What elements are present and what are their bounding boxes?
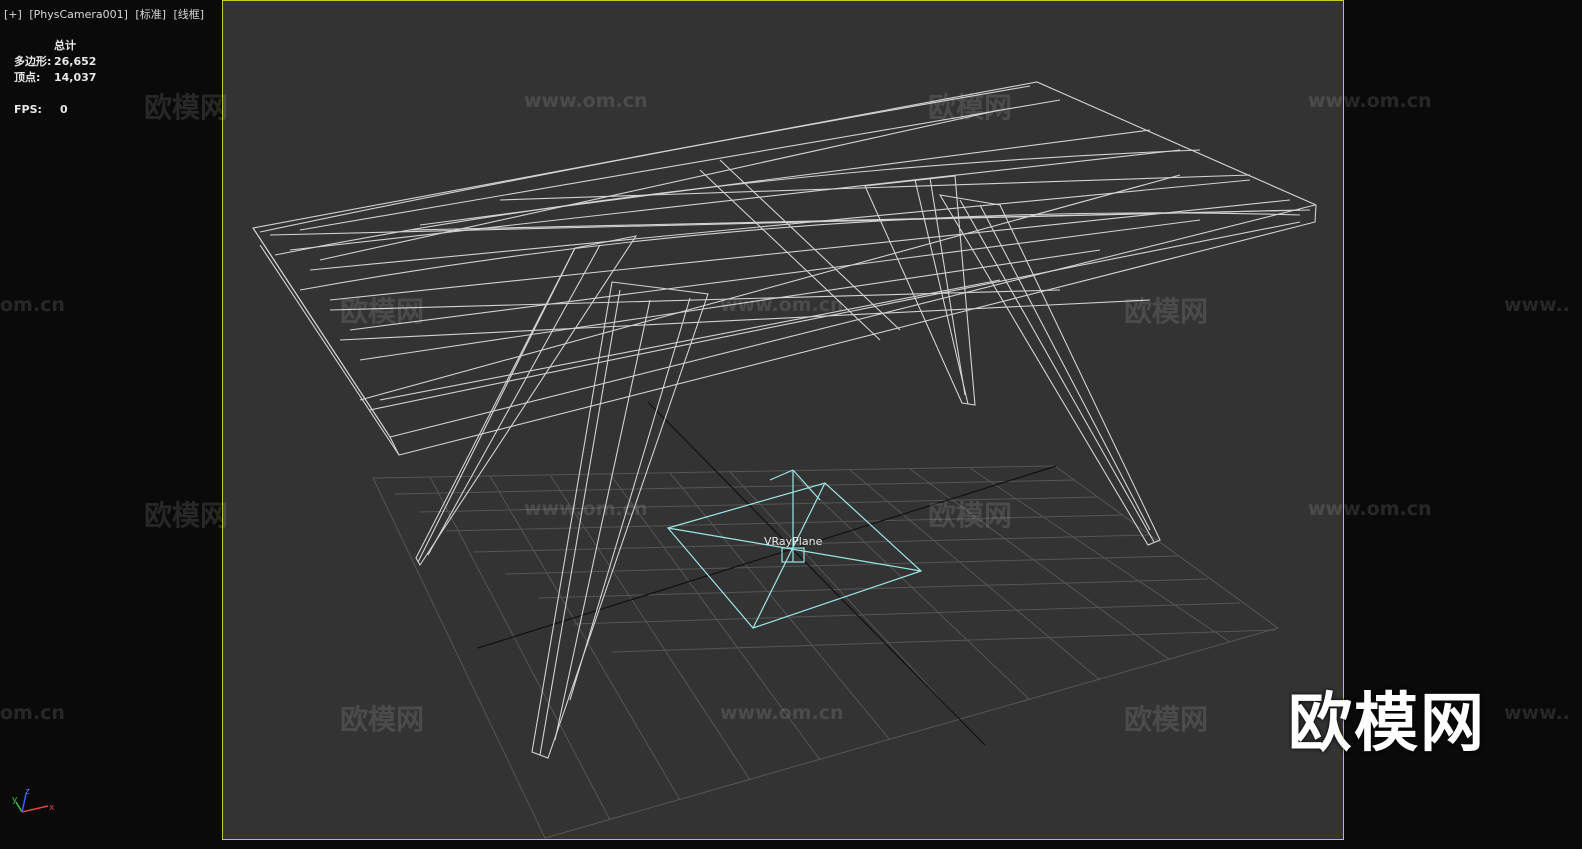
axis-tripod-icon: x y z: [12, 787, 55, 813]
watermark-cn: 欧模网: [1124, 703, 1209, 736]
watermark-cn: 欧模网: [1124, 295, 1209, 328]
watermark-cn: 欧模网: [340, 295, 425, 328]
watermark-cn: 欧模网: [928, 91, 1013, 124]
axis-x-label: x: [49, 803, 55, 813]
watermark-url-prefix: www..: [1504, 294, 1570, 316]
vray-plane-label: VRayPlane: [764, 535, 823, 548]
axis-z-label: z: [25, 787, 30, 797]
watermark-url: www.om.cn: [524, 90, 648, 112]
watermark-url: www.om.cn: [1308, 498, 1432, 520]
axis-y-label: y: [12, 795, 18, 805]
brand-logo: 欧模网: [1288, 687, 1486, 761]
watermark-url-partial: om.cn: [0, 702, 65, 724]
watermark-cn: 欧模网: [144, 499, 229, 532]
watermark-cn: 欧模网: [340, 703, 425, 736]
watermark-url-prefix: www..: [1504, 702, 1570, 724]
table-wireframe: [252, 81, 1317, 759]
watermark-url: www.om.cn: [524, 498, 648, 520]
watermark-url: www.om.cn: [1308, 90, 1432, 112]
watermark-cn: 欧模网: [144, 91, 229, 124]
watermark-url-partial: om.cn: [0, 294, 65, 316]
watermark-url: www.om.cn: [720, 294, 844, 316]
watermark-url: www.om.cn: [720, 702, 844, 724]
watermark-cn: 欧模网: [928, 499, 1013, 532]
